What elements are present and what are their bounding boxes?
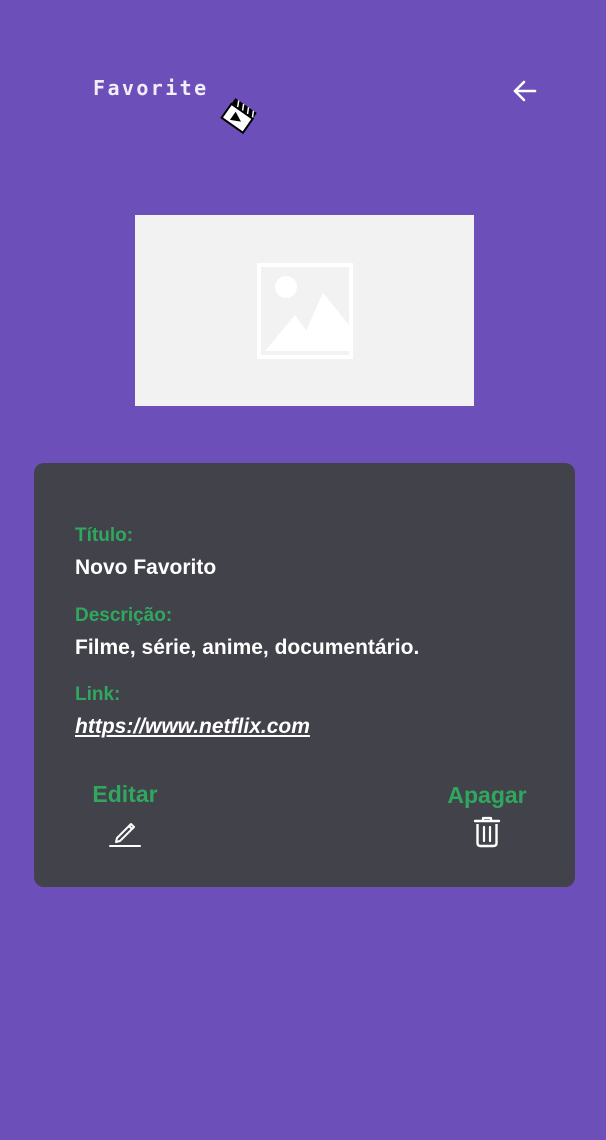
image-placeholder-icon (256, 262, 353, 359)
title-label: Título: (75, 525, 134, 546)
title-value: Novo Favorito (75, 556, 217, 579)
clapperboard-icon (220, 98, 257, 134)
pencil-icon (109, 823, 141, 847)
back-button[interactable] (506, 72, 544, 110)
description-label: Descrição: (75, 605, 173, 626)
edit-button[interactable]: Editar (70, 781, 180, 848)
delete-button[interactable]: Apagar (432, 782, 542, 849)
logo-text: Favorite (93, 76, 209, 100)
edit-label: Editar (92, 781, 158, 807)
description-value: Filme, série, anime, documentário. (75, 636, 420, 659)
favorite-details-card: Título: Novo Favorito Descrição: Filme, … (34, 463, 575, 887)
delete-label: Apagar (447, 782, 527, 808)
favorite-image (135, 215, 474, 406)
link-value[interactable]: https://www.netflix.com (75, 715, 310, 739)
trash-icon (473, 816, 501, 848)
link-label: Link: (75, 684, 121, 705)
app-logo: Favorite (93, 76, 273, 140)
arrow-left-icon (513, 80, 537, 102)
